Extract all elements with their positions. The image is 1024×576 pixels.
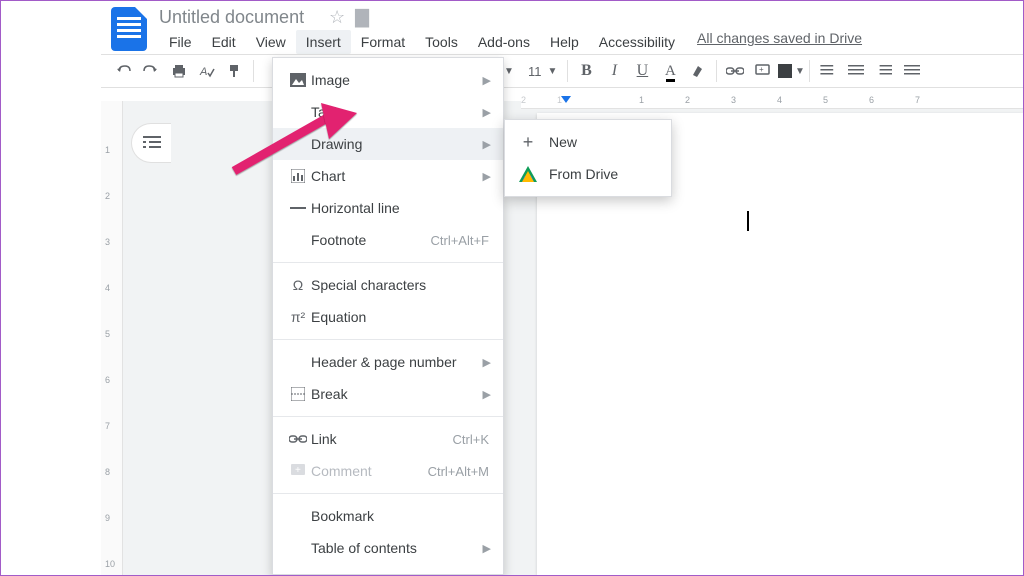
insert-equation[interactable]: π²Equation: [273, 301, 503, 333]
menu-view[interactable]: View: [246, 30, 296, 54]
hr-icon: [285, 206, 311, 210]
insert-toc[interactable]: Table of contents▶: [273, 532, 503, 564]
document-title[interactable]: Untitled document: [159, 7, 319, 28]
menu-insert[interactable]: Insert: [296, 30, 351, 54]
redo-button[interactable]: [137, 57, 165, 85]
drive-icon: [519, 166, 537, 182]
comment-icon: +: [285, 464, 311, 478]
insert-comment-button[interactable]: +: [749, 57, 777, 85]
print-button[interactable]: [165, 57, 193, 85]
menu-edit[interactable]: Edit: [202, 30, 246, 54]
menu-tools[interactable]: Tools: [415, 30, 468, 54]
save-status[interactable]: All changes saved in Drive: [697, 30, 862, 54]
align-center-button[interactable]: [842, 57, 870, 85]
chart-icon: [285, 169, 311, 183]
text-color-button[interactable]: A: [656, 57, 684, 85]
text-cursor: [747, 211, 749, 231]
insert-image[interactable]: Image▶: [273, 64, 503, 96]
docs-logo-icon[interactable]: [111, 7, 147, 51]
menu-help[interactable]: Help: [540, 30, 589, 54]
image-icon: [285, 73, 311, 87]
link-icon: [285, 434, 311, 444]
menu-addons[interactable]: Add-ons: [468, 30, 540, 54]
plus-icon: +: [519, 132, 537, 153]
align-justify-button[interactable]: [898, 57, 926, 85]
indent-marker-icon[interactable]: [561, 96, 571, 103]
insert-image-button[interactable]: ▼: [777, 57, 805, 85]
undo-button[interactable]: [109, 57, 137, 85]
menu-accessibility[interactable]: Accessibility: [589, 30, 685, 54]
omega-icon: Ω: [285, 277, 311, 293]
align-right-button[interactable]: [870, 57, 898, 85]
horizontal-ruler: 2 1 1 2 3 4 5 6 7: [521, 93, 1023, 109]
insert-horizontal-line[interactable]: Horizontal line: [273, 192, 503, 224]
svg-text:A: A: [199, 66, 207, 78]
menu-file[interactable]: File: [159, 30, 202, 54]
italic-button[interactable]: I: [600, 57, 628, 85]
outline-toggle[interactable]: [131, 123, 171, 163]
star-icon[interactable]: ☆: [329, 7, 345, 28]
insert-special-chars[interactable]: ΩSpecial characters: [273, 269, 503, 301]
insert-dropdown: Image▶ Table▶ Drawing▶ Chart▶ Horizontal…: [272, 57, 504, 575]
drawing-submenu: + New From Drive: [504, 119, 672, 197]
insert-comment: + CommentCtrl+Alt+M: [273, 455, 503, 487]
underline-button[interactable]: U: [628, 57, 656, 85]
break-icon: [285, 387, 311, 401]
insert-chart[interactable]: Chart▶: [273, 160, 503, 192]
align-left-button[interactable]: [814, 57, 842, 85]
vertical-ruler: 1 2 3 4 5 6 7 8 9 10: [101, 101, 123, 575]
drawing-new[interactable]: + New: [505, 126, 671, 158]
insert-link-button[interactable]: [721, 57, 749, 85]
menu-format[interactable]: Format: [351, 30, 415, 54]
menubar: File Edit View Insert Format Tools Add-o…: [159, 30, 862, 54]
insert-footnote[interactable]: FootnoteCtrl+Alt+F: [273, 224, 503, 256]
move-folder-icon[interactable]: ▇: [355, 7, 369, 28]
paint-format-button[interactable]: [221, 57, 249, 85]
insert-link[interactable]: LinkCtrl+K: [273, 423, 503, 455]
toolbar: A ▼ 11▼ B I U A + ▼: [101, 54, 1023, 88]
insert-table[interactable]: Table▶: [273, 96, 503, 128]
pi-icon: π²: [285, 309, 311, 325]
insert-drawing[interactable]: Drawing▶: [273, 128, 503, 160]
insert-bookmark[interactable]: Bookmark: [273, 500, 503, 532]
bold-button[interactable]: B: [572, 57, 600, 85]
insert-break[interactable]: Break▶: [273, 378, 503, 410]
drawing-from-drive[interactable]: From Drive: [505, 158, 671, 190]
font-size-input[interactable]: 11▼: [522, 64, 563, 79]
highlight-color-button[interactable]: [684, 57, 712, 85]
svg-text:+: +: [295, 465, 301, 476]
spellcheck-button[interactable]: A: [193, 57, 221, 85]
svg-text:+: +: [759, 65, 764, 74]
insert-header-page-number[interactable]: Header & page number▶: [273, 346, 503, 378]
